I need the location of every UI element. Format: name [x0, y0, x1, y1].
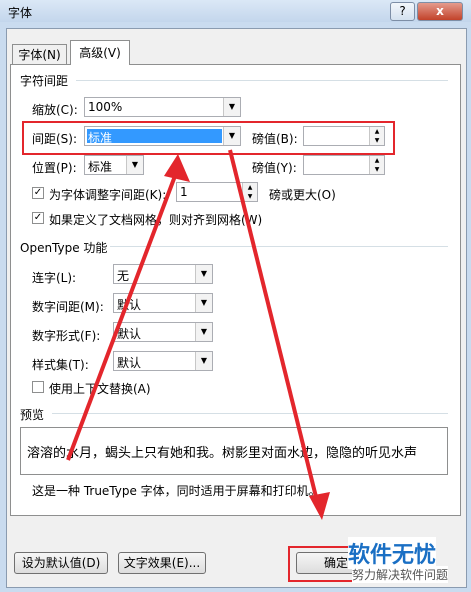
red-arrow-line: [228, 149, 320, 506]
tab-advanced[interactable]: 高级(V): [70, 40, 130, 65]
red-arrow-line: [66, 167, 180, 461]
red-arrow-head: [164, 154, 190, 182]
annotation-arrows: [66, 149, 330, 520]
watermark-brand: 软件无忧: [348, 537, 437, 569]
red-arrow-head: [309, 492, 330, 520]
watermark-tagline: 努力解决软件问题: [352, 566, 449, 583]
